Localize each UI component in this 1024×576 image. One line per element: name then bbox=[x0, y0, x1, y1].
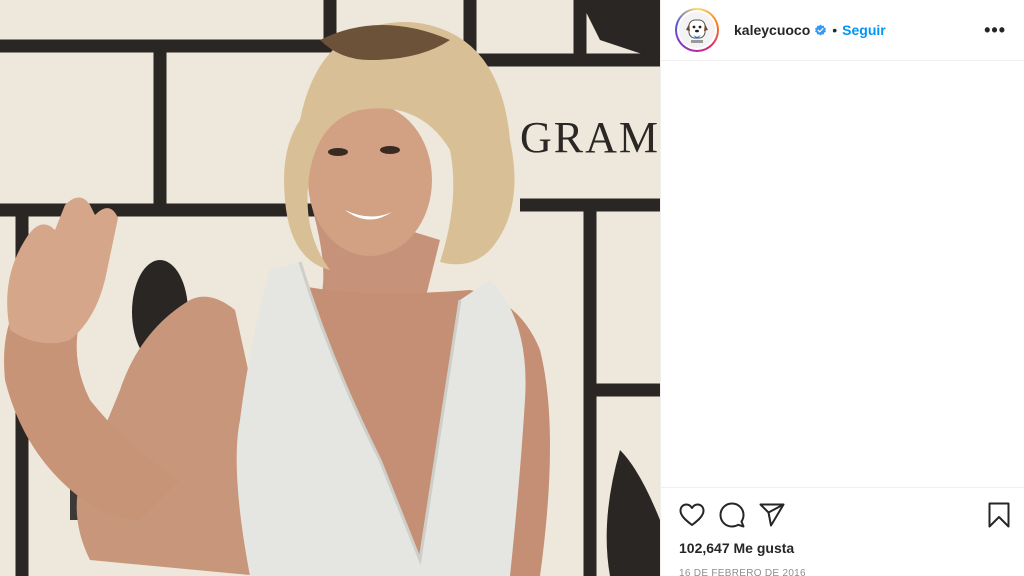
post-photo[interactable]: GRAMMY bbox=[0, 0, 660, 576]
separator-dot: • bbox=[832, 22, 838, 38]
username-link[interactable]: kaleycuoco bbox=[734, 22, 810, 38]
bookmark-icon bbox=[988, 502, 1010, 528]
post-header: kaleycuoco • Seguir ••• bbox=[661, 0, 1024, 61]
post-image: GRAMMY bbox=[0, 0, 660, 576]
comment-button[interactable] bbox=[715, 495, 755, 535]
follow-button[interactable]: Seguir bbox=[842, 22, 886, 38]
story-ring[interactable] bbox=[675, 8, 719, 52]
post-sidebar: kaleycuoco • Seguir ••• 102,647 Me gusta… bbox=[660, 0, 1024, 576]
post-date[interactable]: 16 DE FEBRERO DE 2016 bbox=[675, 568, 1011, 576]
avatar[interactable] bbox=[679, 12, 715, 48]
comments-section bbox=[661, 62, 1024, 486]
post-actions: 102,647 Me gusta 16 DE FEBRERO DE 2016 bbox=[661, 487, 1024, 576]
paper-plane-icon bbox=[759, 503, 785, 527]
like-button[interactable] bbox=[675, 495, 715, 535]
share-button[interactable] bbox=[755, 495, 795, 535]
verified-badge-icon bbox=[814, 24, 827, 37]
more-options-icon[interactable]: ••• bbox=[980, 16, 1010, 45]
save-button[interactable] bbox=[975, 495, 1011, 535]
likes-count[interactable]: 102,647 Me gusta bbox=[675, 540, 1011, 556]
dog-avatar-icon bbox=[686, 19, 708, 43]
comment-icon bbox=[719, 502, 745, 528]
heart-icon bbox=[679, 503, 705, 526]
grammy-backdrop-text: GRAMMY bbox=[520, 113, 660, 162]
